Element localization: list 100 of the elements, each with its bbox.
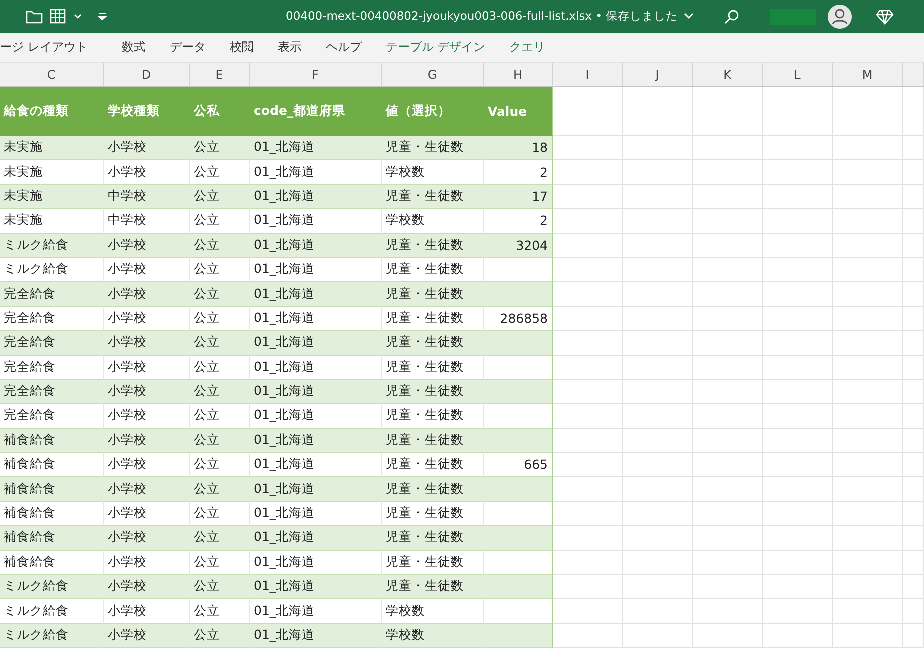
search-icon[interactable] — [724, 8, 740, 24]
empty-cell[interactable] — [903, 258, 924, 282]
empty-cell[interactable] — [763, 599, 833, 624]
column-header[interactable]: I — [553, 63, 623, 86]
empty-cell[interactable] — [903, 477, 924, 502]
empty-cell[interactable] — [623, 380, 693, 404]
empty-cell[interactable] — [693, 258, 763, 282]
column-header[interactable]: G — [382, 63, 484, 86]
diamond-icon[interactable] — [876, 8, 894, 24]
empty-cell[interactable] — [623, 160, 693, 185]
empty-cell[interactable] — [623, 356, 693, 380]
empty-cell[interactable] — [763, 428, 833, 454]
grid-icon[interactable] — [50, 8, 68, 24]
empty-cell[interactable] — [623, 477, 693, 502]
empty-cell[interactable] — [623, 258, 693, 282]
empty-cell[interactable] — [833, 453, 903, 478]
ribbon-tab[interactable]: 表示 — [266, 39, 314, 56]
empty-cell[interactable] — [833, 599, 903, 624]
empty-cell[interactable] — [903, 160, 924, 185]
empty-cell[interactable] — [693, 331, 763, 356]
empty-cell[interactable] — [903, 502, 924, 526]
empty-cell[interactable] — [903, 453, 924, 478]
empty-cell[interactable] — [903, 87, 924, 136]
empty-cell[interactable] — [833, 136, 903, 160]
empty-cell[interactable] — [553, 209, 623, 234]
empty-cell[interactable] — [693, 453, 763, 478]
empty-cell[interactable] — [903, 184, 924, 210]
empty-cell[interactable] — [763, 87, 833, 136]
empty-cell[interactable] — [553, 502, 623, 526]
empty-cell[interactable] — [623, 136, 693, 160]
caret-icon[interactable] — [74, 14, 82, 20]
empty-cell[interactable] — [903, 282, 924, 307]
empty-cell[interactable] — [553, 404, 623, 429]
empty-cell[interactable] — [763, 624, 833, 648]
empty-cell[interactable] — [833, 477, 903, 502]
empty-cell[interactable] — [623, 209, 693, 234]
empty-cell[interactable] — [833, 258, 903, 282]
empty-cell[interactable] — [833, 160, 903, 185]
empty-cell[interactable] — [903, 331, 924, 356]
empty-cell[interactable] — [693, 136, 763, 160]
empty-cell[interactable] — [763, 282, 833, 307]
empty-cell[interactable] — [833, 404, 903, 429]
empty-cell[interactable] — [833, 624, 903, 648]
empty-cell[interactable] — [623, 599, 693, 624]
empty-cell[interactable] — [623, 550, 693, 576]
empty-cell[interactable] — [833, 356, 903, 380]
column-header[interactable]: H — [484, 63, 553, 86]
empty-cell[interactable] — [623, 331, 693, 356]
empty-cell[interactable] — [553, 306, 623, 332]
empty-cell[interactable] — [763, 160, 833, 185]
empty-cell[interactable] — [833, 209, 903, 234]
empty-cell[interactable] — [693, 526, 763, 551]
empty-cell[interactable] — [763, 234, 833, 258]
empty-cell[interactable] — [903, 550, 924, 576]
empty-cell[interactable] — [693, 599, 763, 624]
empty-cell[interactable] — [553, 356, 623, 380]
empty-cell[interactable] — [833, 87, 903, 136]
empty-cell[interactable] — [553, 258, 623, 282]
ribbon-tab[interactable]: ージ レイアウト — [0, 39, 100, 56]
ribbon-tab[interactable]: データ — [158, 39, 218, 56]
empty-cell[interactable] — [693, 428, 763, 454]
empty-cell[interactable] — [763, 209, 833, 234]
empty-cell[interactable] — [763, 356, 833, 380]
empty-cell[interactable] — [693, 87, 763, 136]
empty-cell[interactable] — [833, 526, 903, 551]
empty-cell[interactable] — [833, 234, 903, 258]
empty-cell[interactable] — [903, 136, 924, 160]
empty-cell[interactable] — [833, 550, 903, 576]
empty-cell[interactable] — [763, 136, 833, 160]
ribbon-tab[interactable]: 校閲 — [218, 39, 266, 56]
empty-cell[interactable] — [693, 575, 763, 600]
column-header[interactable]: J — [623, 63, 693, 86]
empty-cell[interactable] — [623, 306, 693, 332]
empty-cell[interactable] — [833, 282, 903, 307]
empty-cell[interactable] — [623, 234, 693, 258]
empty-cell[interactable] — [833, 428, 903, 454]
avatar-icon[interactable] — [828, 4, 852, 28]
empty-cell[interactable] — [693, 306, 763, 332]
empty-cell[interactable] — [763, 380, 833, 404]
empty-cell[interactable] — [903, 526, 924, 551]
empty-cell[interactable] — [623, 404, 693, 429]
empty-cell[interactable] — [623, 624, 693, 648]
empty-cell[interactable] — [693, 380, 763, 404]
ribbon-tab[interactable]: テーブル デザイン — [374, 39, 498, 56]
empty-cell[interactable] — [623, 428, 693, 454]
customize-caret-icon[interactable] — [98, 12, 107, 20]
empty-cell[interactable] — [903, 380, 924, 404]
empty-cell[interactable] — [833, 306, 903, 332]
empty-cell[interactable] — [693, 477, 763, 502]
column-header[interactable]: D — [104, 63, 190, 86]
empty-cell[interactable] — [903, 356, 924, 380]
empty-cell[interactable] — [553, 550, 623, 576]
ribbon-tab[interactable]: クエリ — [498, 39, 558, 56]
empty-cell[interactable] — [763, 306, 833, 332]
empty-cell[interactable] — [763, 331, 833, 356]
empty-cell[interactable] — [903, 428, 924, 454]
empty-cell[interactable] — [693, 184, 763, 210]
chevron-down-icon[interactable] — [684, 13, 694, 20]
empty-cell[interactable] — [763, 502, 833, 526]
empty-cell[interactable] — [763, 526, 833, 551]
